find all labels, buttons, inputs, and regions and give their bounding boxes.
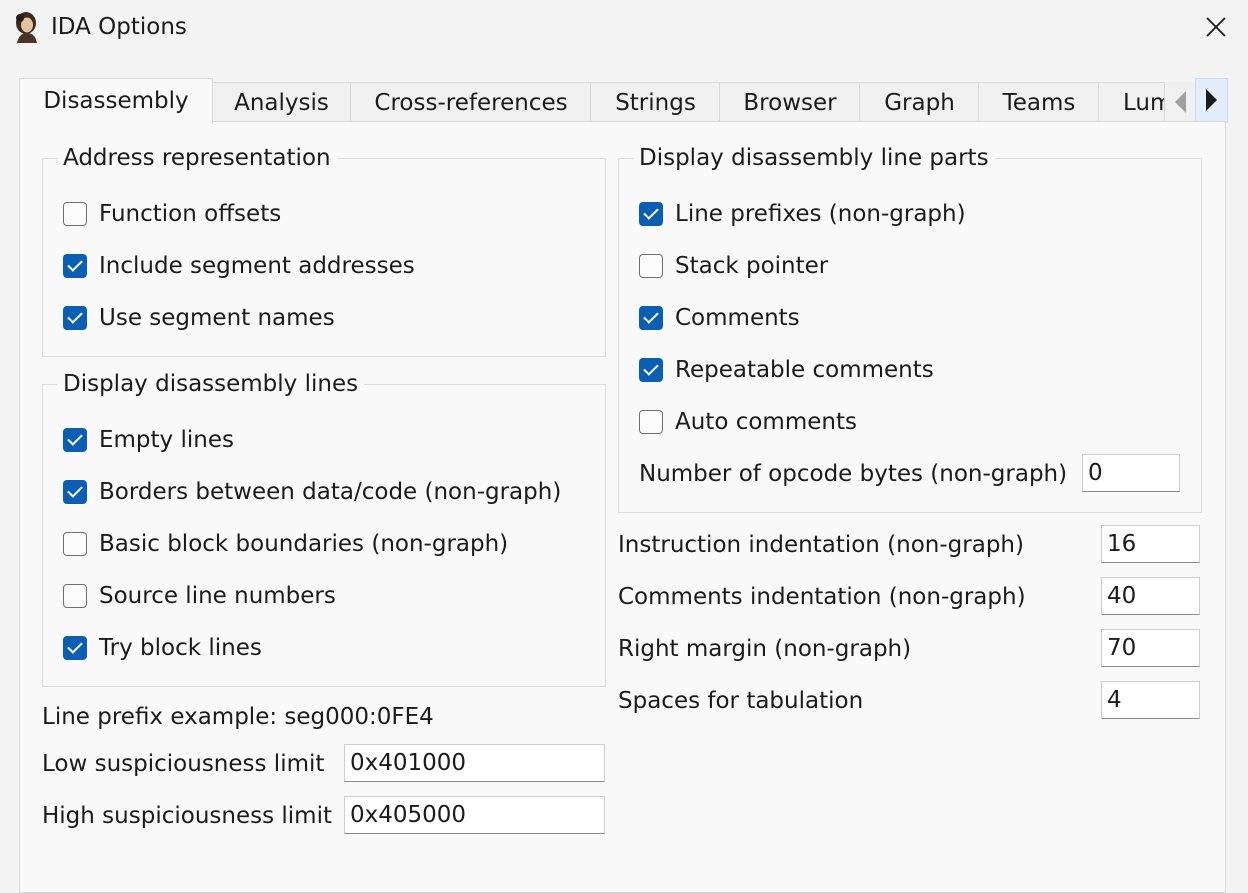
instruction-indentation-input[interactable]: 16 xyxy=(1101,525,1200,563)
source-line-numbers-checkbox[interactable]: Source line numbers xyxy=(63,581,336,611)
checkbox-unchecked xyxy=(63,202,87,226)
checkbox-checked xyxy=(63,428,87,452)
group-title: Address representation xyxy=(57,143,337,173)
tabulation-spaces-label: Spaces for tabulation xyxy=(618,688,864,714)
window-title: IDA Options xyxy=(51,14,187,40)
checkbox-checked xyxy=(63,636,87,660)
checkbox-label: Function offsets xyxy=(99,201,282,227)
close-icon xyxy=(1206,17,1226,37)
display-disassembly-lines-group: Display disassembly lines Empty lines Bo… xyxy=(42,369,606,687)
instruction-indentation-label: Instruction indentation (non-graph) xyxy=(618,532,1024,558)
display-line-parts-group: Display disassembly line parts Line pref… xyxy=(618,143,1202,513)
tab-browser[interactable]: Browser xyxy=(719,82,861,123)
address-representation-group: Address representation Function offsets … xyxy=(42,143,606,357)
checkbox-unchecked xyxy=(63,532,87,556)
comments-indentation-input[interactable]: 40 xyxy=(1101,577,1200,615)
checkbox-checked xyxy=(639,306,663,330)
scroll-left-icon xyxy=(1175,91,1186,113)
checkbox-label: Comments xyxy=(675,305,800,331)
function-offsets-checkbox[interactable]: Function offsets xyxy=(63,199,281,229)
line-prefixes-checkbox[interactable]: Line prefixes (non-graph) xyxy=(639,199,966,229)
group-title: Display disassembly line parts xyxy=(633,143,995,173)
checkbox-label: Stack pointer xyxy=(675,253,829,279)
checkbox-checked xyxy=(639,202,663,226)
include-segment-addresses-checkbox[interactable]: Include segment addresses xyxy=(63,251,415,281)
high-suspiciousness-label: High suspiciousness limit xyxy=(42,803,332,829)
tab-strings[interactable]: Strings xyxy=(590,82,721,123)
use-segment-names-checkbox[interactable]: Use segment names xyxy=(63,303,335,333)
group-title: Display disassembly lines xyxy=(57,369,365,399)
tab-bar: Disassembly Analysis Cross-references St… xyxy=(0,78,1248,124)
tab-analysis[interactable]: Analysis xyxy=(211,82,352,123)
comments-indentation-label: Comments indentation (non-graph) xyxy=(618,584,1026,610)
checkbox-unchecked xyxy=(639,410,663,434)
title-bar: IDA Options xyxy=(0,0,1248,54)
auto-comments-checkbox[interactable]: Auto comments xyxy=(639,407,857,437)
checkbox-label: Use segment names xyxy=(99,305,335,331)
close-button[interactable] xyxy=(1188,0,1244,54)
checkbox-unchecked xyxy=(63,584,87,608)
scroll-right-icon xyxy=(1206,89,1217,111)
tab-scroll-left-button[interactable] xyxy=(1165,82,1195,122)
line-prefix-example: Line prefix example: seg000:0FE4 xyxy=(42,704,434,730)
tab-cross-references[interactable]: Cross-references xyxy=(350,82,592,123)
try-block-lines-checkbox[interactable]: Try block lines xyxy=(63,633,262,663)
checkbox-label: Basic block boundaries (non-graph) xyxy=(99,531,509,557)
checkbox-label: Include segment addresses xyxy=(99,253,415,279)
stack-pointer-checkbox[interactable]: Stack pointer xyxy=(639,251,828,281)
right-margin-input[interactable]: 70 xyxy=(1101,629,1200,667)
comments-checkbox[interactable]: Comments xyxy=(639,303,800,333)
tab-scroll-right-button[interactable] xyxy=(1195,78,1228,123)
checkbox-label: Empty lines xyxy=(99,427,234,453)
checkbox-label: Repeatable comments xyxy=(675,357,934,383)
checkbox-label: Auto comments xyxy=(675,409,857,435)
checkbox-label: Borders between data/code (non-graph) xyxy=(99,479,562,505)
tab-teams[interactable]: Teams xyxy=(978,82,1100,123)
right-margin-label: Right margin (non-graph) xyxy=(618,636,912,662)
checkbox-checked xyxy=(63,254,87,278)
borders-between-data-code-checkbox[interactable]: Borders between data/code (non-graph) xyxy=(63,477,561,507)
ida-app-icon xyxy=(16,12,37,43)
tab-lumina[interactable]: Lum xyxy=(1098,82,1165,122)
low-suspiciousness-label: Low suspiciousness limit xyxy=(42,751,325,777)
tab-graph[interactable]: Graph xyxy=(859,82,980,123)
opcode-bytes-label: Number of opcode bytes (non-graph) xyxy=(639,461,1068,487)
tabulation-spaces-input[interactable]: 4 xyxy=(1101,681,1200,719)
checkbox-label: Line prefixes (non-graph) xyxy=(675,201,966,227)
high-suspiciousness-input[interactable]: 0x405000 xyxy=(344,796,605,834)
empty-lines-checkbox[interactable]: Empty lines xyxy=(63,425,234,455)
checkbox-unchecked xyxy=(639,254,663,278)
checkbox-checked xyxy=(639,358,663,382)
checkbox-label: Try block lines xyxy=(99,635,262,661)
low-suspiciousness-input[interactable]: 0x401000 xyxy=(344,744,605,782)
repeatable-comments-checkbox[interactable]: Repeatable comments xyxy=(639,355,934,385)
basic-block-boundaries-checkbox[interactable]: Basic block boundaries (non-graph) xyxy=(63,529,508,559)
checkbox-label: Source line numbers xyxy=(99,583,336,609)
disassembly-tab-panel: Address representation Function offsets … xyxy=(19,121,1226,893)
tab-disassembly[interactable]: Disassembly xyxy=(19,78,213,124)
checkbox-checked xyxy=(63,306,87,330)
checkbox-checked xyxy=(63,480,87,504)
opcode-bytes-input[interactable]: 0 xyxy=(1082,454,1180,492)
